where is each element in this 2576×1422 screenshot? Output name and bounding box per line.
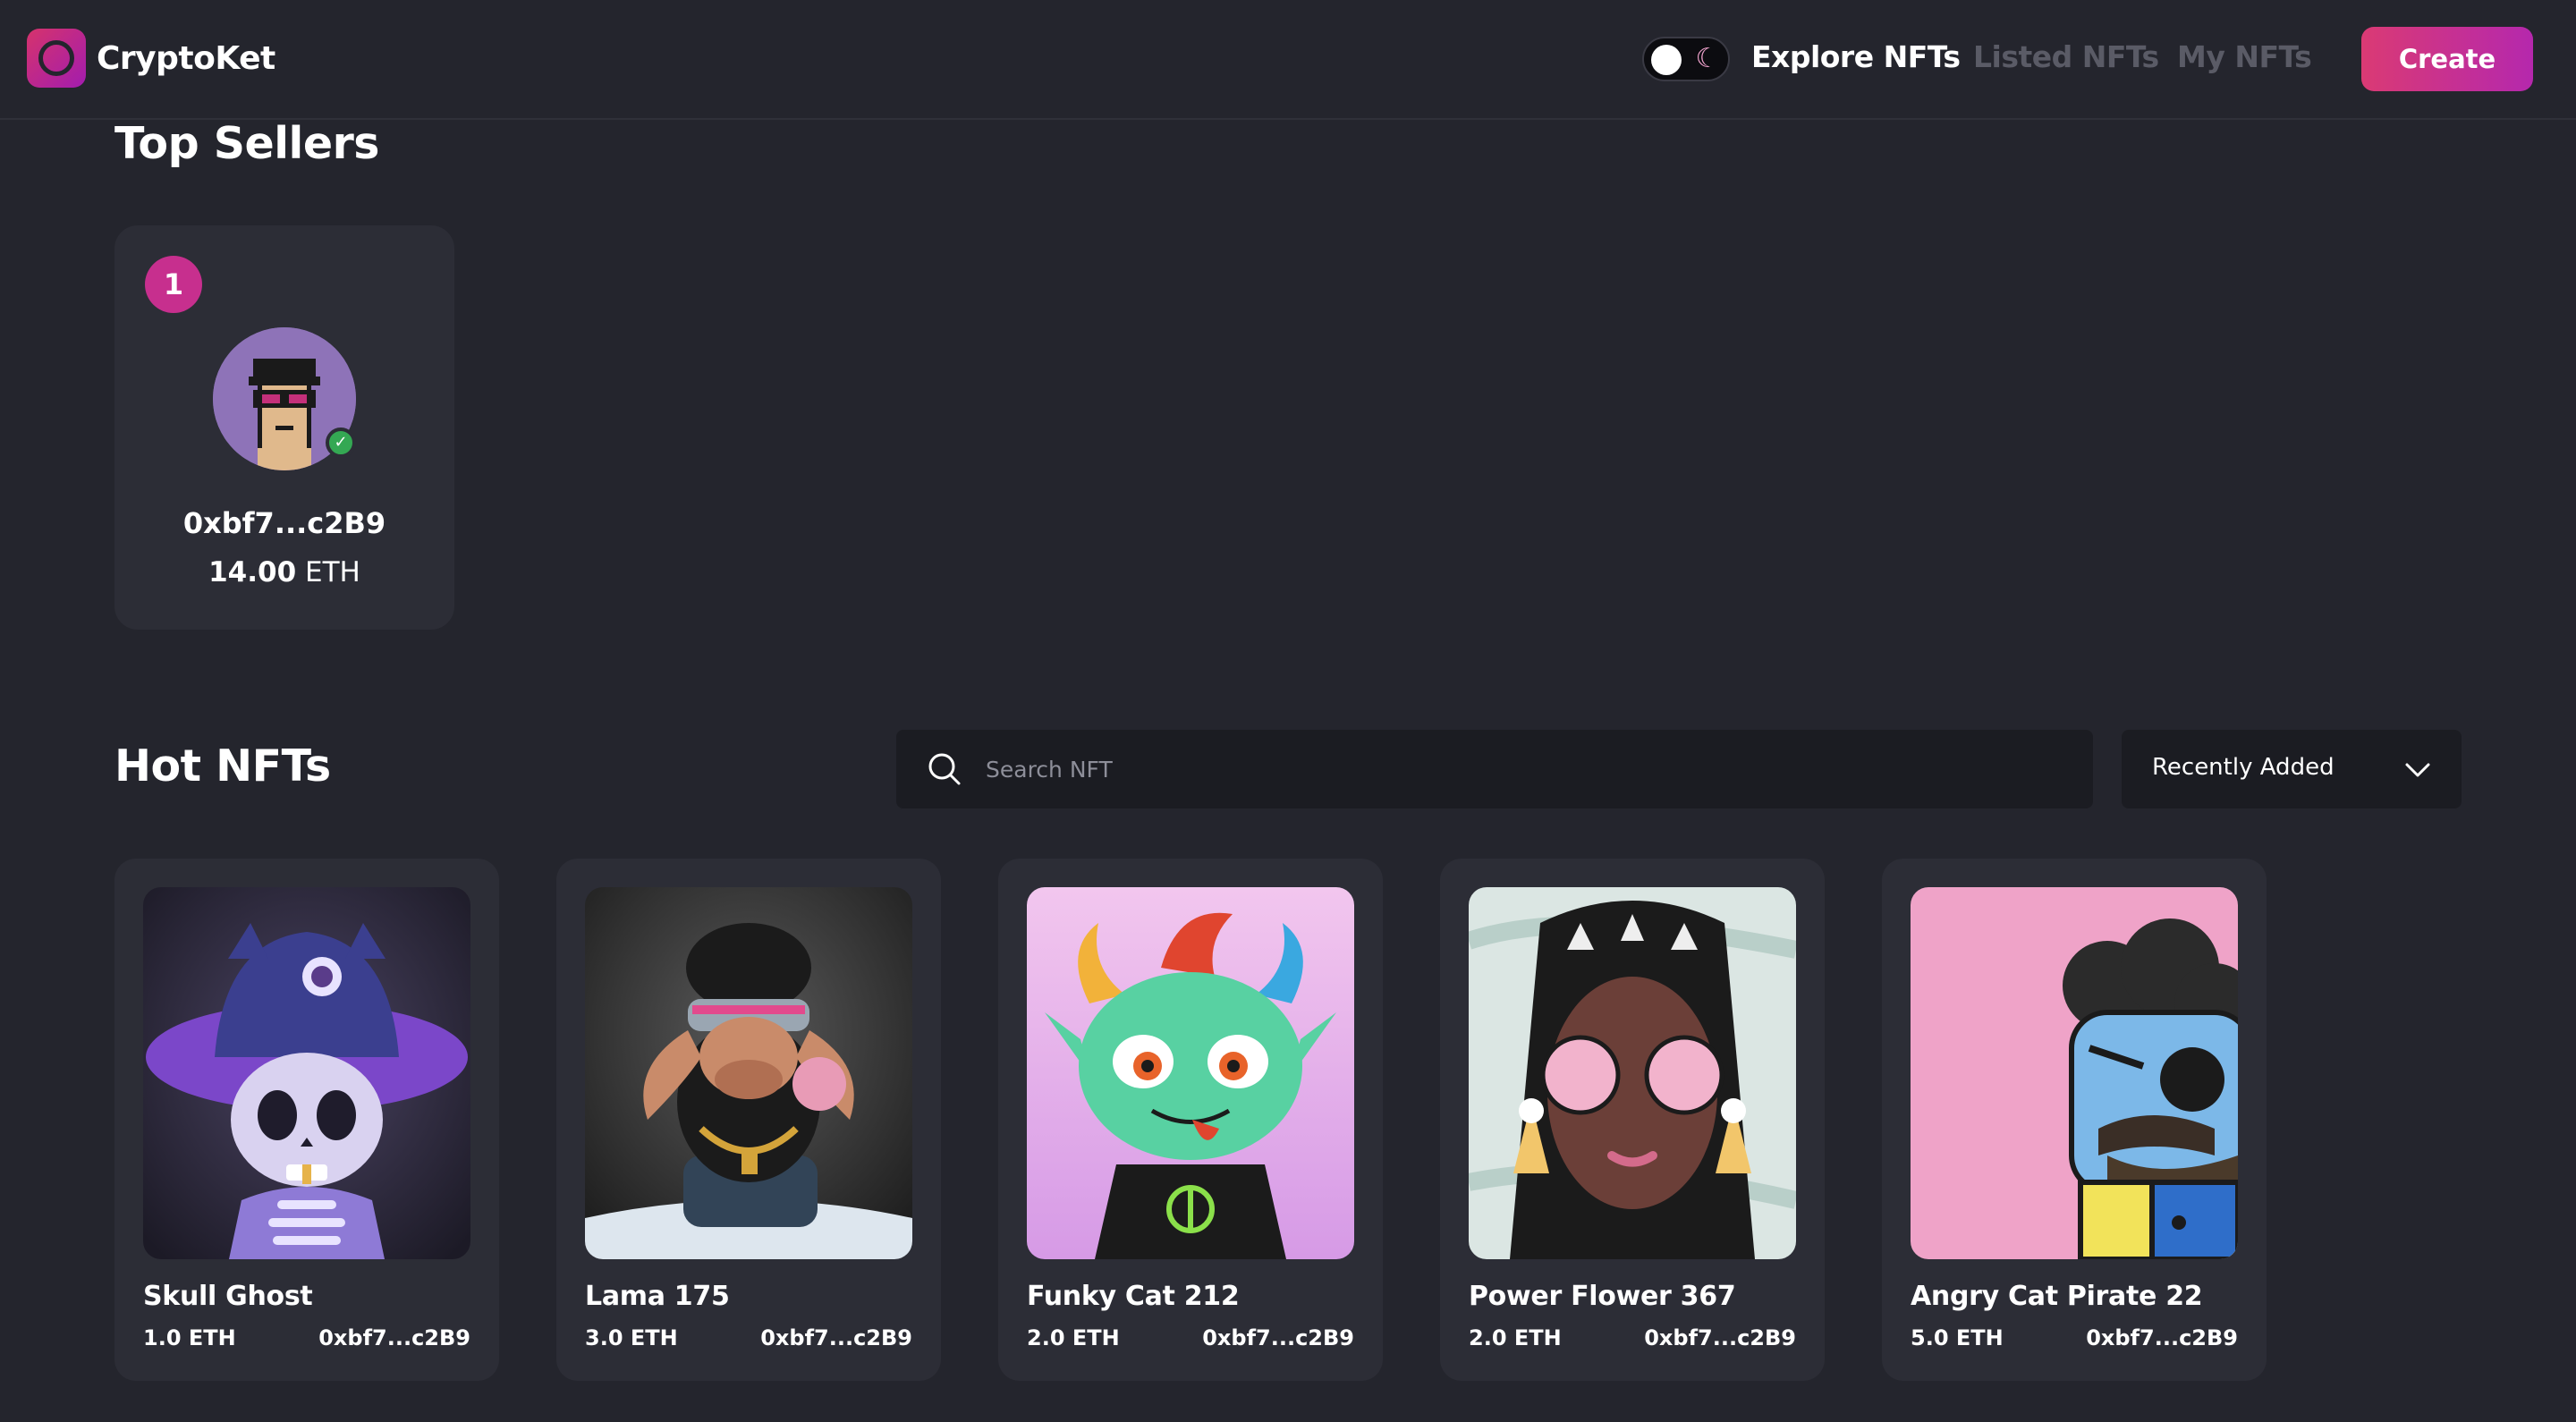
moon-icon: ☾ bbox=[1695, 43, 1720, 74]
nft-price: 1.0 ETH bbox=[143, 1325, 236, 1350]
nft-image-angry-cat-pirate-22 bbox=[1911, 887, 2238, 1259]
nft-owner: 0xbf7...c2B9 bbox=[2086, 1325, 2238, 1350]
nft-owner: 0xbf7...c2B9 bbox=[318, 1325, 470, 1350]
nav-link-my-nfts[interactable]: My NFTs bbox=[2177, 39, 2312, 74]
seller-address: 0xbf7...c2B9 bbox=[182, 506, 386, 540]
nav-link-listed-nfts[interactable]: Listed NFTs bbox=[1973, 39, 2159, 74]
top-sellers-title: Top Sellers bbox=[114, 118, 379, 169]
nft-name: Power Flower 367 bbox=[1469, 1281, 1736, 1312]
create-button[interactable]: Create bbox=[2361, 27, 2533, 91]
nft-name: Angry Cat Pirate 22 bbox=[1911, 1281, 2203, 1312]
seller-amount-value: 14.00 bbox=[208, 556, 297, 588]
nft-image-power-flower-367 bbox=[1469, 887, 1796, 1259]
nft-name: Skull Ghost bbox=[143, 1281, 313, 1312]
app-name: CryptoKet bbox=[97, 39, 275, 77]
logo[interactable]: CryptoKet bbox=[27, 29, 275, 88]
nft-image-lama-175 bbox=[585, 887, 912, 1259]
nft-price: 3.0 ETH bbox=[585, 1325, 678, 1350]
nft-name: Lama 175 bbox=[585, 1281, 730, 1312]
nft-owner: 0xbf7...c2B9 bbox=[1644, 1325, 1796, 1350]
verified-icon: ✓ bbox=[326, 427, 356, 458]
logo-icon bbox=[27, 29, 86, 88]
toggle-knob bbox=[1651, 45, 1682, 75]
seller-amount-currency: ETH bbox=[305, 556, 360, 588]
theme-toggle[interactable]: ☾ bbox=[1642, 37, 1730, 81]
nft-card[interactable]: Power Flower 367 2.0 ETH 0xbf7...c2B9 bbox=[1440, 859, 1825, 1381]
nft-owner: 0xbf7...c2B9 bbox=[760, 1325, 912, 1350]
nft-card[interactable]: Funky Cat 212 2.0 ETH 0xbf7...c2B9 bbox=[998, 859, 1383, 1381]
sort-label: Recently Added bbox=[2152, 754, 2334, 781]
nft-name: Funky Cat 212 bbox=[1027, 1281, 1240, 1312]
search-box bbox=[896, 730, 2093, 808]
hot-nfts-title: Hot NFTs bbox=[114, 741, 331, 791]
nft-image-funky-cat-212 bbox=[1027, 887, 1354, 1259]
nft-image-skull-ghost bbox=[143, 887, 470, 1259]
navbar: CryptoKet ☾ Explore NFTs Listed NFTs My … bbox=[0, 0, 2576, 120]
rank-badge: 1 bbox=[145, 256, 202, 313]
nav-link-explore-nfts[interactable]: Explore NFTs bbox=[1751, 39, 1961, 74]
chevron-down-icon bbox=[2405, 763, 2430, 777]
seller-amount: 14.00 ETH bbox=[114, 556, 454, 588]
seller-card[interactable]: 1 ✓ 0xbf7...c2B9 14.00 ETH bbox=[114, 225, 454, 630]
nft-card[interactable]: Lama 175 3.0 ETH 0xbf7...c2B9 bbox=[556, 859, 941, 1381]
nft-price: 2.0 ETH bbox=[1027, 1325, 1120, 1350]
nft-card[interactable]: Skull Ghost 1.0 ETH 0xbf7...c2B9 bbox=[114, 859, 499, 1381]
nft-price: 2.0 ETH bbox=[1469, 1325, 1562, 1350]
nft-owner: 0xbf7...c2B9 bbox=[1202, 1325, 1354, 1350]
nft-card[interactable]: Angry Cat Pirate 22 5.0 ETH 0xbf7...c2B9 bbox=[1882, 859, 2267, 1381]
sort-select[interactable]: Recently Added bbox=[2122, 730, 2462, 808]
search-input[interactable] bbox=[986, 730, 2059, 808]
nft-price: 5.0 ETH bbox=[1911, 1325, 2004, 1350]
search-icon bbox=[928, 753, 961, 785]
